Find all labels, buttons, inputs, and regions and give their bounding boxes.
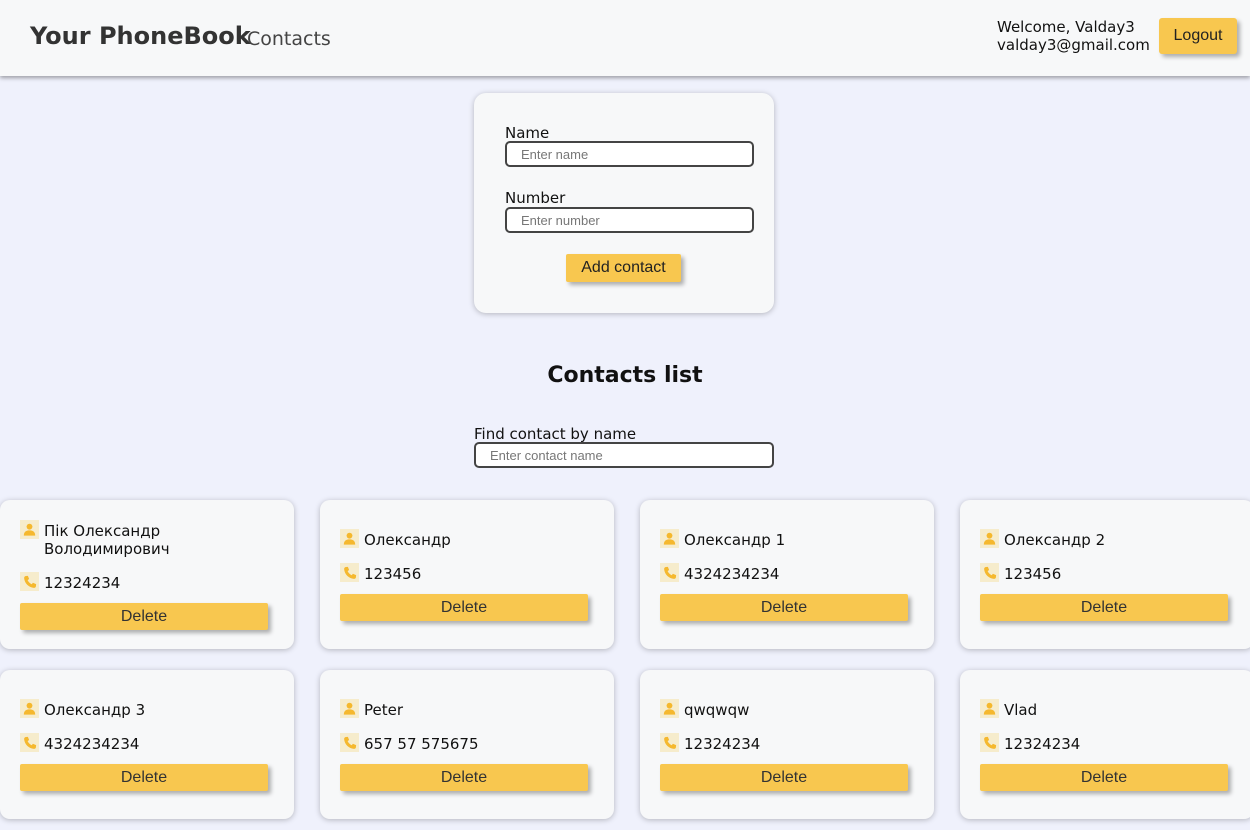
person-icon xyxy=(980,529,999,548)
add-contact-button[interactable]: Add contact xyxy=(566,254,681,282)
logout-button[interactable]: Logout xyxy=(1159,18,1237,54)
contact-name: Пік Олександр Володимирович xyxy=(44,522,170,558)
user-menu: Welcome, Valday3 valday3@gmail.com xyxy=(997,18,1150,54)
number-input[interactable] xyxy=(505,207,754,233)
contact-name-row: Peter xyxy=(340,699,594,719)
number-label: Number xyxy=(505,189,566,207)
contact-number: 12324234 xyxy=(44,574,121,592)
brand-title[interactable]: Your PhoneBook xyxy=(30,22,251,50)
person-icon xyxy=(20,699,39,718)
name-input[interactable] xyxy=(505,141,754,167)
contact-card: Олександр 3 4324234234 Delete xyxy=(0,670,294,819)
contact-card: Vlad 12324234 Delete xyxy=(960,670,1250,819)
contact-number: 12324234 xyxy=(684,735,761,753)
contact-number: 657 57 575675 xyxy=(364,735,479,753)
user-email: valday3@gmail.com xyxy=(997,36,1150,54)
contact-number-row: 12324234 xyxy=(980,733,1234,753)
phone-icon xyxy=(340,733,359,752)
phone-icon xyxy=(660,733,679,752)
delete-contact-button[interactable]: Delete xyxy=(340,764,588,791)
filter-label: Find contact by name xyxy=(474,425,637,443)
contact-card: qwqwqw 12324234 Delete xyxy=(640,670,934,819)
filter-input[interactable] xyxy=(474,442,774,468)
person-icon xyxy=(980,699,999,718)
contact-number-row: 12324234 xyxy=(660,733,914,753)
contact-number: 12324234 xyxy=(1004,735,1081,753)
contact-card: Пік Олександр Володимирович 12324234 Delet… xyxy=(0,500,294,649)
person-icon xyxy=(340,529,359,548)
phone-icon xyxy=(660,563,679,582)
phone-icon xyxy=(340,563,359,582)
contact-number: 123456 xyxy=(1004,565,1062,583)
contact-name: Олександр 1 xyxy=(684,531,786,549)
contact-name: Олександр 3 xyxy=(44,701,146,719)
contact-name: Peter xyxy=(364,701,404,719)
contact-number-row: 12324234 xyxy=(20,572,274,592)
contact-name-row: Пік Олександр Володимирович xyxy=(20,520,274,558)
contact-name: qwqwqw xyxy=(684,701,750,719)
contact-name: Олександр 2 xyxy=(1004,531,1106,549)
contact-name-row: Олександр xyxy=(340,529,594,549)
contact-number-row: 657 57 575675 xyxy=(340,733,594,753)
delete-contact-button[interactable]: Delete xyxy=(980,594,1228,621)
add-contact-form: Name Number Add contact xyxy=(474,93,774,313)
contact-name-row: Vlad xyxy=(980,699,1234,719)
delete-contact-button[interactable]: Delete xyxy=(340,594,588,621)
contact-name: Олександр xyxy=(364,531,451,549)
name-label: Name xyxy=(505,124,550,142)
delete-contact-button[interactable]: Delete xyxy=(20,764,268,791)
person-icon xyxy=(660,699,679,718)
contact-name-row: qwqwqw xyxy=(660,699,914,719)
contact-name-row: Олександр 3 xyxy=(20,699,274,719)
person-icon xyxy=(340,699,359,718)
welcome-text: Welcome, Valday3 xyxy=(997,18,1135,36)
nav-link-contacts[interactable]: Contacts xyxy=(247,28,331,50)
delete-contact-button[interactable]: Delete xyxy=(660,764,908,791)
delete-contact-button[interactable]: Delete xyxy=(980,764,1228,791)
app-header: Your PhoneBook Contacts Welcome, Valday3… xyxy=(0,0,1250,76)
delete-contact-button[interactable]: Delete xyxy=(20,603,268,630)
contact-number-row: 123456 xyxy=(340,563,594,583)
contact-name-row: Олександр 2 xyxy=(980,529,1234,549)
phone-icon xyxy=(20,572,39,591)
person-icon xyxy=(20,520,39,539)
contact-number-row: 4324234234 xyxy=(660,563,914,583)
contact-card: Олександр 123456 Delete xyxy=(320,500,614,649)
person-icon xyxy=(660,529,679,548)
contact-number: 4324234234 xyxy=(44,735,140,753)
contacts-grid: Пік Олександр Володимирович 12324234 Delet… xyxy=(0,500,1250,830)
phone-icon xyxy=(980,563,999,582)
phone-icon xyxy=(20,733,39,752)
contacts-list-title: Contacts list xyxy=(547,363,703,388)
delete-contact-button[interactable]: Delete xyxy=(660,594,908,621)
contact-number: 123456 xyxy=(364,565,422,583)
contact-card: Peter 657 57 575675 Delete xyxy=(320,670,614,819)
contact-number: 4324234234 xyxy=(684,565,780,583)
contact-number-row: 4324234234 xyxy=(20,733,274,753)
contact-name: Vlad xyxy=(1004,701,1038,719)
contact-card: Олександр 1 4324234234 Delete xyxy=(640,500,934,649)
contact-card: Олександр 2 123456 Delete xyxy=(960,500,1250,649)
phone-icon xyxy=(980,733,999,752)
contact-name-row: Олександр 1 xyxy=(660,529,914,549)
contact-number-row: 123456 xyxy=(980,563,1234,583)
